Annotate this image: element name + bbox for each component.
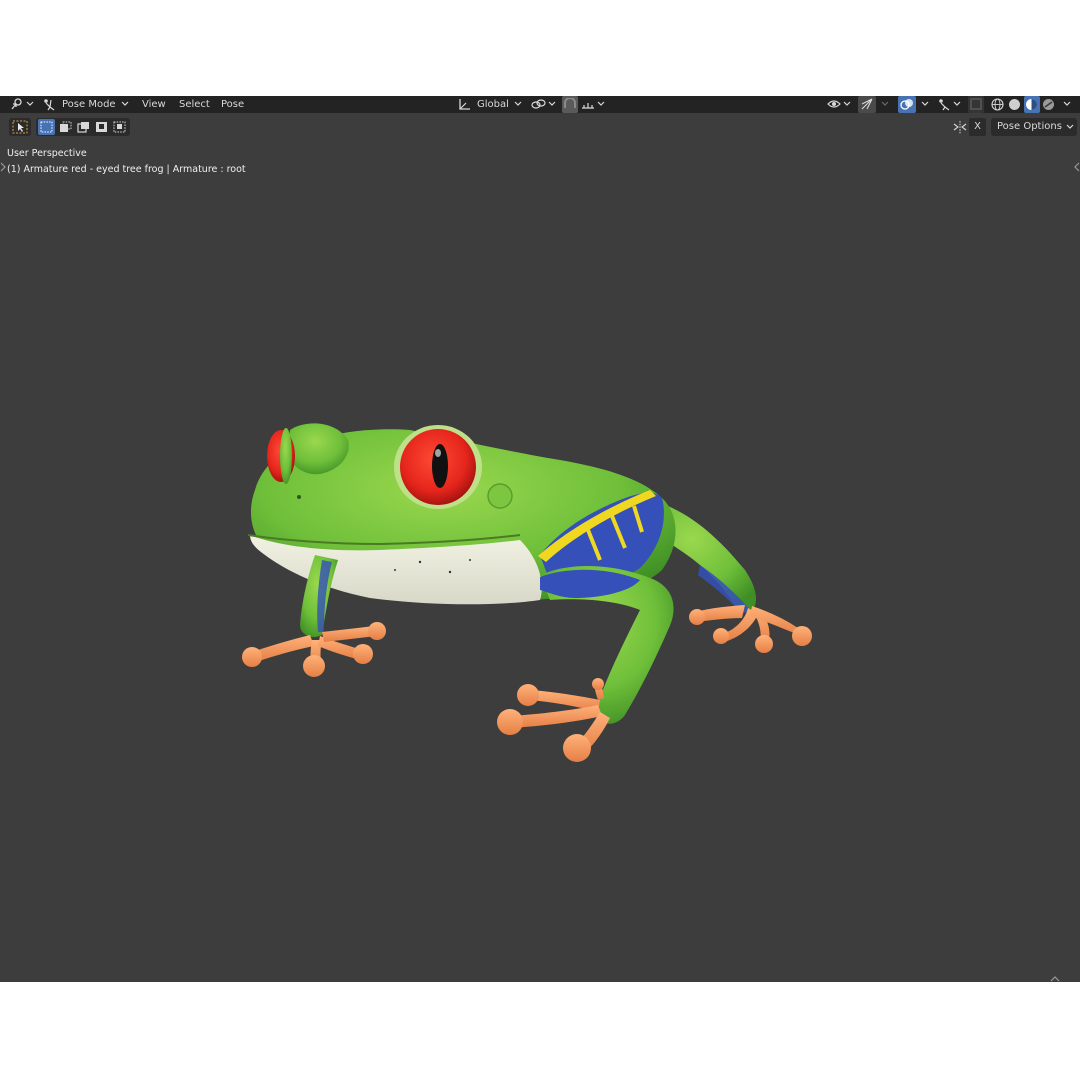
- back-right-foot: [689, 605, 812, 653]
- frog-model[interactable]: [0, 96, 1080, 982]
- front-right-foot: [497, 678, 610, 762]
- right-eye: [394, 425, 482, 509]
- blender-window: Pose Mode View Select Pose Global X Pose…: [0, 96, 1080, 982]
